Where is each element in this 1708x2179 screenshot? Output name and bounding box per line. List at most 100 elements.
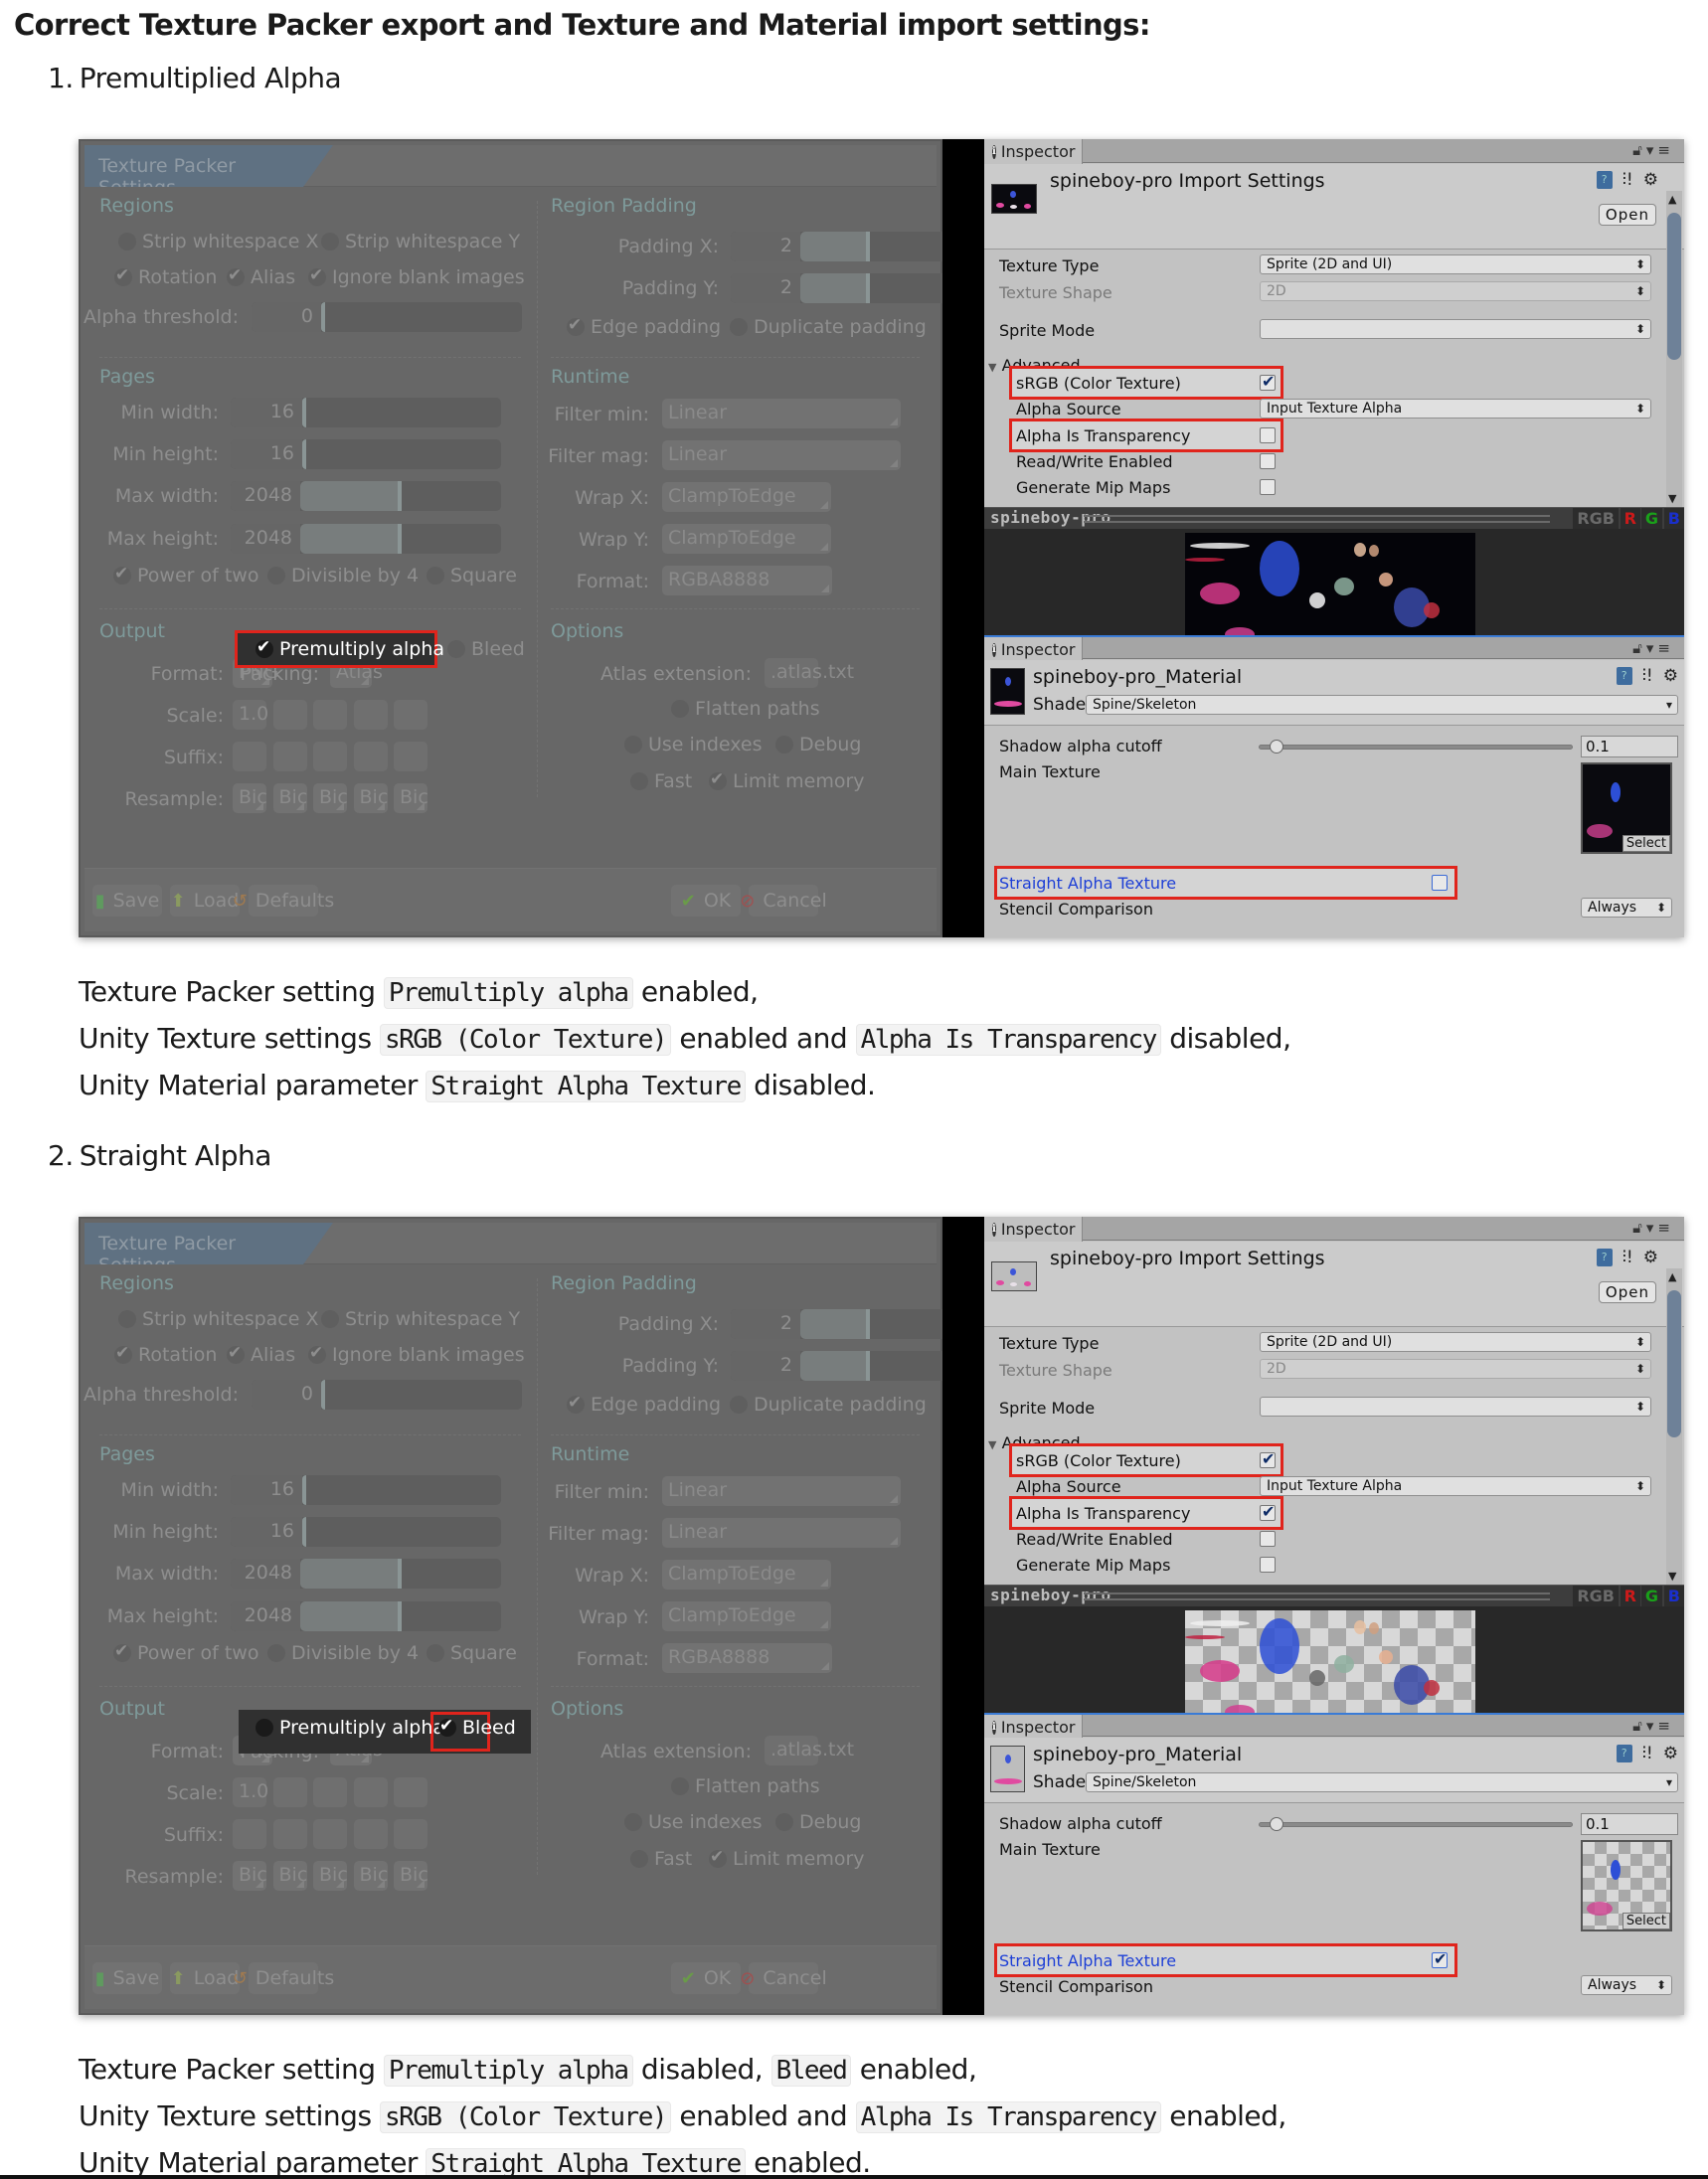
alias-checkbox[interactable]: Alias: [227, 1343, 295, 1366]
resample-select-5[interactable]: Bic: [394, 783, 428, 813]
material-inspector-tab[interactable]: i Inspector: [984, 1715, 1083, 1740]
ignore-blank-images-checkbox[interactable]: Ignore blank images: [308, 265, 525, 288]
lock-icon[interactable]: 🔓︎: [1632, 639, 1646, 657]
fast-checkbox-box[interactable]: [630, 772, 648, 790]
atlas-extension-field[interactable]: .atlas.txt: [765, 658, 854, 688]
limit-memory-checkbox-box[interactable]: [709, 1847, 727, 1868]
material-inspector-tab[interactable]: i Inspector: [984, 637, 1083, 662]
limit-memory-checkbox-box[interactable]: [709, 769, 727, 790]
main-texture-slot[interactable]: Select: [1581, 1840, 1672, 1931]
alias-checkbox-box[interactable]: [227, 1343, 245, 1364]
strip-whitespace-x-checkbox-box[interactable]: [118, 1310, 136, 1328]
resample-select-1[interactable]: Bic: [233, 783, 267, 813]
channel-rgb-button[interactable]: RGB: [1573, 1586, 1619, 1607]
generate-mip-maps-checkbox[interactable]: [1260, 1557, 1276, 1573]
ok-button[interactable]: ✔ OK: [671, 1962, 741, 1994]
texture-type-dropdown[interactable]: Sprite (2D and UI): [1260, 254, 1651, 274]
ignore-blank-images-checkbox-box[interactable]: [308, 1343, 326, 1364]
use-indexes-checkbox[interactable]: Use indexes: [624, 1811, 763, 1833]
rotation-checkbox[interactable]: Rotation: [114, 1343, 217, 1366]
flatten-paths-checkbox[interactable]: Flatten paths: [671, 698, 820, 720]
suffix-field-3[interactable]: [313, 1819, 347, 1849]
use-indexes-checkbox-box[interactable]: [624, 1813, 642, 1831]
inspector-scrollbar[interactable]: ▲ ▼: [1666, 191, 1682, 507]
scroll-down-icon[interactable]: ▼: [1668, 1570, 1676, 1583]
menu-icon[interactable]: ▾≡: [1646, 639, 1674, 657]
scale-field-2[interactable]: [272, 700, 307, 730]
scrollbar-thumb[interactable]: [1667, 213, 1681, 360]
max-height-slider[interactable]: 2048: [231, 524, 501, 554]
channel-b-button[interactable]: B: [1663, 508, 1684, 530]
filter-mag-select[interactable]: Linear: [662, 1518, 901, 1548]
square-checkbox[interactable]: Square: [427, 1642, 517, 1664]
shadow-cutoff-slider-knob[interactable]: [1270, 1817, 1284, 1831]
rotation-checkbox-box[interactable]: [114, 1343, 132, 1364]
preset-sliders-icon[interactable]: ⫶!: [1642, 1744, 1653, 1763]
preview-resize-grip[interactable]: [1084, 1592, 1550, 1600]
scroll-down-icon[interactable]: ▼: [1668, 492, 1676, 505]
scrollbar-thumb[interactable]: [1667, 1290, 1681, 1437]
divisible-by-4-checkbox-box[interactable]: [267, 567, 285, 585]
alpha-is-transparency-checkbox[interactable]: [1260, 427, 1276, 443]
channel-r-button[interactable]: R: [1620, 508, 1640, 530]
resample-select-2[interactable]: Bic: [272, 1861, 307, 1891]
help-book-icon[interactable]: ?: [1616, 667, 1632, 685]
limit-memory-checkbox[interactable]: Limit memory: [709, 769, 865, 792]
shadow-cutoff-slider-track[interactable]: [1259, 1822, 1573, 1827]
help-book-icon[interactable]: ?: [1596, 171, 1613, 189]
straight-alpha-texture-checkbox[interactable]: [1432, 875, 1448, 891]
ignore-blank-images-checkbox-box[interactable]: [308, 265, 326, 286]
duplicate-padding-checkbox-box[interactable]: [730, 318, 748, 336]
strip-whitespace-y-checkbox-box[interactable]: [321, 233, 339, 251]
sprite-mode-dropdown[interactable]: [1260, 1397, 1651, 1417]
duplicate-padding-checkbox[interactable]: Duplicate padding: [730, 1394, 927, 1416]
alpha-threshold-slider[interactable]: 0: [252, 1380, 522, 1410]
edge-padding-checkbox[interactable]: Edge padding: [567, 1393, 721, 1416]
ok-button[interactable]: ✔ OK: [671, 885, 741, 917]
square-checkbox-box[interactable]: [427, 1644, 444, 1662]
read-write-checkbox[interactable]: [1260, 1531, 1276, 1547]
defaults-button[interactable]: ↺ Defaults: [233, 885, 334, 917]
suffix-field-2[interactable]: [272, 742, 307, 771]
load-button[interactable]: ⬆ Load: [170, 1962, 240, 1994]
menu-icon[interactable]: ▾≡: [1646, 141, 1674, 159]
scroll-up-icon[interactable]: ▲: [1668, 1270, 1676, 1283]
filter-mag-select[interactable]: Linear: [662, 440, 901, 470]
menu-icon[interactable]: ▾≡: [1646, 1219, 1674, 1237]
channel-g-button[interactable]: G: [1640, 508, 1662, 530]
fast-checkbox-box[interactable]: [630, 1850, 648, 1868]
scale-field-3[interactable]: [313, 700, 347, 730]
resample-select-1[interactable]: Bic: [233, 1861, 267, 1891]
inspector-tab[interactable]: i Inspector: [984, 139, 1083, 164]
suffix-field-5[interactable]: [394, 742, 427, 771]
open-button[interactable]: Open: [1598, 1281, 1656, 1303]
main-texture-slot[interactable]: Select: [1581, 762, 1672, 854]
power-of-two-checkbox-box[interactable]: [113, 564, 131, 585]
resample-select-5[interactable]: Bic: [394, 1861, 428, 1891]
shader-dropdown[interactable]: Spine/Skeleton: [1086, 1772, 1678, 1792]
scale-field-2[interactable]: [272, 1777, 307, 1807]
min-height-slider[interactable]: 16: [231, 439, 501, 469]
gear-icon[interactable]: ⚙: [1663, 1744, 1678, 1763]
fast-checkbox[interactable]: Fast: [630, 770, 692, 792]
min-height-slider[interactable]: 16: [231, 1517, 501, 1547]
duplicate-padding-checkbox-box[interactable]: [730, 1396, 748, 1414]
help-book-icon[interactable]: ?: [1596, 1249, 1613, 1266]
alpha-source-dropdown[interactable]: Input Texture Alpha: [1260, 1476, 1651, 1496]
premultiply-alpha-checkbox-box[interactable]: [256, 1719, 273, 1737]
strip-whitespace-x-checkbox[interactable]: Strip whitespace X: [118, 231, 319, 252]
shadow-cutoff-slider-knob[interactable]: [1270, 740, 1284, 754]
scale-field-4[interactable]: [353, 1777, 388, 1807]
power-of-two-checkbox[interactable]: Power of two: [113, 564, 258, 587]
stencil-comparison-dropdown[interactable]: Always: [1581, 898, 1672, 918]
save-button[interactable]: ▮ Save: [92, 885, 162, 917]
suffix-field-3[interactable]: [313, 742, 347, 771]
use-indexes-checkbox[interactable]: Use indexes: [624, 734, 763, 755]
alias-checkbox[interactable]: Alias: [227, 265, 295, 288]
resample-select-4[interactable]: Bic: [353, 783, 388, 813]
bleed-checkbox-box[interactable]: [447, 640, 465, 658]
channel-rgb-button[interactable]: RGB: [1573, 508, 1619, 530]
premultiply-alpha-checkbox[interactable]: Premultiply alpha: [256, 637, 444, 660]
filter-min-select[interactable]: Linear: [662, 1476, 901, 1506]
filter-min-select[interactable]: Linear: [662, 399, 901, 428]
